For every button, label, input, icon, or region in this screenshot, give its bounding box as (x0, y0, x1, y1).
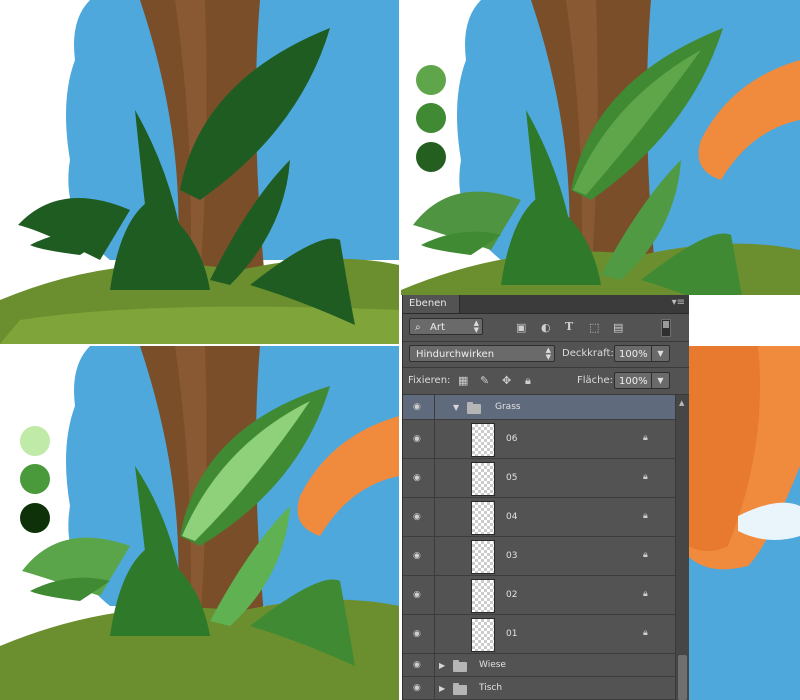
filter-kind-value: Art (430, 322, 445, 333)
opacity-label: Deckkraft: (562, 348, 614, 359)
filter-shape-icon[interactable]: ⬚ (589, 322, 599, 334)
layer-row-02[interactable]: ◉ 02 🔒︎ (403, 576, 675, 615)
color-swatch-shadow (20, 503, 50, 533)
layer-row-03[interactable]: ◉ 03 🔒︎ (403, 537, 675, 576)
folder-icon (453, 683, 467, 695)
layer-thumbnail (471, 462, 495, 496)
layer-thumbnail (471, 618, 495, 652)
lock-all-icon[interactable]: 🔒︎ (525, 375, 531, 387)
art-panel-detailed (0, 346, 399, 700)
lock-label: Fixieren: (408, 375, 451, 386)
lock-brush-icon[interactable]: ✎ (480, 375, 489, 387)
color-swatch-highlight (20, 426, 50, 456)
filter-type-icon[interactable]: T (565, 321, 573, 333)
art-canvas-shaded (401, 0, 800, 295)
visibility-eye-icon[interactable]: ◉ (413, 512, 421, 522)
group-collapsed-triangle-icon[interactable]: ▶ (439, 684, 445, 693)
lock-icon: 🔒︎ (643, 511, 648, 521)
layer-name: 06 (506, 434, 518, 444)
visibility-eye-icon[interactable]: ◉ (413, 434, 421, 444)
filter-adjustment-icon[interactable]: ◐ (541, 322, 551, 334)
blend-mode-select[interactable]: Hindurchwirken ▲ ▼ (409, 345, 555, 362)
scrollbar-thumb[interactable] (678, 655, 687, 700)
lock-icon: 🔒︎ (643, 472, 648, 482)
group-collapsed-triangle-icon[interactable]: ▶ (439, 661, 445, 670)
filter-pixel-icon[interactable]: ▣ (516, 322, 526, 334)
updown-arrows-icon: ▲ ▼ (473, 319, 479, 334)
color-swatch-dark (416, 142, 446, 172)
layer-thumbnail (471, 423, 495, 457)
color-swatch-base (20, 464, 50, 494)
search-icon: ⌕ (415, 322, 421, 333)
fill-value: 100% (619, 376, 648, 387)
filter-toggle-switch[interactable] (661, 319, 671, 337)
visibility-eye-icon[interactable]: ◉ (413, 551, 421, 561)
chevron-down-icon[interactable]: ▼ (651, 346, 669, 361)
lock-icon: 🔒︎ (643, 433, 648, 443)
lock-icon: 🔒︎ (643, 550, 648, 560)
layer-row-06[interactable]: ◉ 06 🔒︎ (403, 420, 675, 459)
lock-transparency-icon[interactable]: ▦ (458, 375, 468, 387)
layer-thumbnail (471, 501, 495, 535)
blend-mode-value: Hindurchwirken (416, 349, 495, 360)
layers-tab-bar: Ebenen ▾≡ (403, 295, 689, 314)
folder-icon (467, 402, 481, 414)
lock-row: Fixieren: ▦ ✎ ✥ 🔒︎ Fläche: 100% ▼ (403, 368, 689, 394)
layer-name: Grass (495, 402, 521, 412)
layer-thumbnail (471, 579, 495, 613)
panel-menu-icon[interactable]: ▾≡ (672, 297, 685, 308)
layer-group-wiese[interactable]: ◉ ▶ Wiese (403, 654, 675, 677)
layer-name: Tisch (479, 683, 503, 693)
visibility-eye-icon[interactable]: ◉ (413, 402, 421, 412)
scroll-up-icon[interactable]: ▲ (679, 399, 684, 407)
layer-name: 04 (506, 512, 518, 522)
art-canvas-detailed (0, 346, 399, 700)
folder-icon (453, 660, 467, 672)
filter-smartobject-icon[interactable]: ▤ (613, 322, 623, 334)
opacity-input[interactable]: 100% ▼ (614, 345, 670, 362)
layer-name: 01 (506, 629, 518, 639)
visibility-eye-icon[interactable]: ◉ (413, 473, 421, 483)
filter-row: ⌕ Art ▲ ▼ ▣ ◐ T ⬚ ▤ (403, 314, 689, 341)
updown-arrows-icon: ▲ ▼ (545, 346, 551, 361)
visibility-eye-icon[interactable]: ◉ (413, 629, 421, 639)
layer-name: 03 (506, 551, 518, 561)
art-panel-first-shading (401, 0, 800, 295)
filter-kind-select[interactable]: ⌕ Art ▲ ▼ (409, 318, 483, 335)
layer-list: ◉ ▼ Grass ◉ 06 🔒︎ ◉ 05 🔒︎ ◉ 04 🔒︎ ◉ 03 🔒… (403, 395, 675, 700)
opacity-value: 100% (619, 349, 648, 360)
layer-name: Wiese (479, 660, 506, 670)
chevron-down-icon[interactable]: ▼ (651, 373, 669, 388)
layer-row-01[interactable]: ◉ 01 🔒︎ (403, 615, 675, 654)
fill-label: Fläche: (577, 375, 614, 386)
art-panel-tail-detail (688, 346, 800, 700)
visibility-eye-icon[interactable]: ◉ (413, 660, 421, 670)
color-swatch-mid (416, 103, 446, 133)
blend-row: Hindurchwirken ▲ ▼ Deckkraft: 100% ▼ (403, 342, 689, 367)
art-canvas-tail (688, 346, 800, 700)
art-panel-flat-shapes (0, 0, 399, 344)
fill-input[interactable]: 100% ▼ (614, 372, 670, 389)
art-canvas-flat (0, 0, 399, 344)
layers-panel: Ebenen ▾≡ ⌕ Art ▲ ▼ ▣ ◐ T ⬚ ▤ Hindurchwir… (402, 295, 689, 700)
layer-group-tisch[interactable]: ◉ ▶ Tisch (403, 677, 675, 700)
layer-thumbnail (471, 540, 495, 574)
visibility-eye-icon[interactable]: ◉ (413, 683, 421, 693)
layer-group-grass[interactable]: ◉ ▼ Grass (403, 395, 675, 420)
layer-row-04[interactable]: ◉ 04 🔒︎ (403, 498, 675, 537)
lock-move-icon[interactable]: ✥ (502, 375, 511, 387)
layer-name: 02 (506, 590, 518, 600)
visibility-eye-icon[interactable]: ◉ (413, 590, 421, 600)
group-expanded-triangle-icon[interactable]: ▼ (453, 403, 459, 412)
layer-row-05[interactable]: ◉ 05 🔒︎ (403, 459, 675, 498)
tab-ebenen[interactable]: Ebenen (403, 295, 460, 313)
color-swatch-light (416, 65, 446, 95)
lock-icon: 🔒︎ (643, 589, 648, 599)
layer-list-scrollbar[interactable]: ▲ (675, 395, 689, 700)
layer-name: 05 (506, 473, 518, 483)
lock-icon: 🔒︎ (643, 628, 648, 638)
